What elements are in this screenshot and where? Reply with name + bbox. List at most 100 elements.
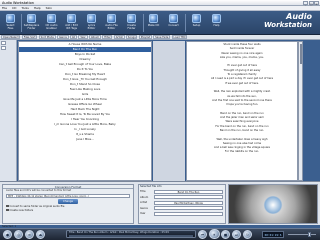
checkbox[interactable] [6, 204, 9, 208]
cd-button[interactable]: ◎ [14, 229, 23, 239]
list-item[interactable]: Jane I Miss... [19, 137, 151, 142]
eject-button[interactable]: ⏏ [36, 229, 45, 239]
artist-field[interactable]: Paul McCartney, Wings [154, 200, 223, 205]
list-toggle-checkbox[interactable] [1, 41, 6, 45]
lyric-line: For the rabbits on the run. [224, 150, 260, 154]
seek-bar[interactable] [69, 235, 193, 237]
filter-sort-mode[interactable]: Sort Mode [38, 35, 56, 39]
close-button[interactable]: × [314, 0, 319, 5]
menu-tools[interactable]: Tools [21, 6, 28, 10]
maximize-button[interactable]: □ [308, 0, 314, 5]
conversion-hint: Audio files and CD's will be converted t… [6, 189, 72, 192]
new-folders-option[interactable]: Create new folders [3, 208, 133, 212]
same-folder-label: Convert to same folder as original audio… [9, 204, 65, 208]
field-label: Artist [140, 201, 147, 205]
select-files-button[interactable]: Select Files [1, 13, 20, 33]
stop-button[interactable]: ■ [221, 229, 230, 239]
cd-grabber-button[interactable]: CD Audio Grabber [42, 13, 61, 33]
lyrics-editor-button[interactable]: Lyrics Editor [82, 13, 101, 33]
lyrics-editor-label: Lyrics Editor [87, 24, 96, 30]
setup-label: Setup [192, 24, 201, 27]
genre-field[interactable] [154, 206, 223, 211]
set-folder-button[interactable]: Set/Replace Folder [22, 13, 41, 33]
audio-editor-label: Audio File Editor [105, 24, 118, 30]
setup-button[interactable]: Setup [187, 13, 206, 33]
burn-cd-icon [149, 14, 158, 23]
field-label: Title [140, 190, 146, 194]
filter-filter[interactable]: Filter [102, 35, 113, 39]
selected-file-info-panel: Selected file info Title Band On The Run … [138, 184, 226, 224]
filter-playlist[interactable]: Playlist [138, 35, 152, 39]
filter-artist[interactable]: Artist [113, 35, 125, 39]
filter-all[interactable]: All [70, 35, 77, 39]
convert-icon [169, 14, 178, 23]
song-list[interactable]: A House With No Name Band On The Run Boy… [18, 41, 152, 181]
volume-track [288, 233, 316, 235]
set-folder-label: Set/Replace Folder [23, 24, 40, 30]
checkbox[interactable] [6, 208, 9, 212]
app-logo: Audio Workstation [256, 12, 312, 34]
conversion-format-field[interactable]: MP3 - 192kbps 44.1k stereo (Recommended;… [6, 194, 130, 198]
filter-album[interactable]: Album [89, 35, 101, 39]
lyrics-panel[interactable]: Stuck inside these four walls Sent insid… [186, 41, 298, 181]
time-display: 00:01:19:6 [262, 230, 284, 238]
title-field[interactable]: Band On The Run [154, 189, 223, 194]
filter-save-fade[interactable]: Save Fade [153, 35, 171, 39]
next-button[interactable]: ⏭ [232, 229, 241, 239]
previous-button[interactable]: ⏮ [198, 229, 207, 239]
minimize-button[interactable]: _ [303, 0, 308, 5]
logo-line-1: Audio [286, 12, 312, 21]
seek-display[interactable]: Title : Band On The Run Album : Artist :… [66, 230, 196, 238]
filter-year[interactable]: Year [78, 35, 88, 39]
menu-file[interactable]: File [2, 6, 7, 10]
conversion-format-panel: Conversion Format Audio files and CD's w… [2, 184, 134, 224]
lyrics-icon [87, 14, 96, 23]
create-folder-button[interactable]: Create Folder [122, 13, 141, 33]
waveform-icon [107, 14, 116, 23]
filter-songs[interactable]: Songs [126, 35, 138, 39]
album-field[interactable] [154, 195, 223, 200]
menu-help[interactable]: Help [34, 6, 41, 10]
convert-button[interactable]: Convert [164, 13, 183, 33]
filter-strip: Open/Select Files Sort Sort Mode Genre A… [0, 35, 320, 40]
make-cd-label: Make CD [147, 24, 160, 27]
make-cd-button[interactable]: Make CD [144, 13, 163, 33]
album-art-image [228, 184, 318, 224]
id3-tags-button[interactable]: Add / Edit ID3 Tags [62, 13, 81, 33]
menu-skin[interactable]: Skin [46, 6, 52, 10]
window-title: Audio Workstation [2, 0, 34, 5]
cd-grabber-label: CD Audio Grabber [45, 24, 58, 30]
panel-gap [153, 41, 185, 181]
gear-icon [192, 14, 201, 23]
filter-files-sort[interactable]: Files Sort [21, 35, 38, 39]
left-tools-column [0, 40, 17, 181]
filter-genre[interactable]: Genre [57, 35, 69, 39]
year-field[interactable] [154, 211, 223, 216]
album-art-highlight [263, 196, 283, 214]
logo-line-2: Workstation [263, 21, 312, 29]
help-label: Help [213, 24, 220, 27]
field-label: Genre [140, 206, 148, 210]
filter-open-select[interactable]: Open/Select [1, 35, 21, 39]
scrollbar-thumb[interactable] [299, 44, 302, 64]
menu-cd[interactable]: CD [12, 6, 16, 10]
help-button[interactable]: Help [207, 13, 226, 33]
field-label: Year [140, 212, 146, 216]
audio-editor-button[interactable]: Audio File Editor [102, 13, 121, 33]
record-button[interactable]: ● [3, 229, 12, 239]
now-playing-info: Title : Band On The Run Album : Artist :… [69, 231, 169, 234]
new-folders-label: Create new folders [9, 208, 34, 212]
list-toggle-checkbox[interactable] [1, 46, 6, 50]
field-label: Album [140, 195, 149, 199]
help-icon [212, 14, 221, 23]
lyrics-scrollbar[interactable] [298, 41, 303, 181]
create-folder-label: Create Folder [127, 24, 136, 30]
select-files-label: Select Files [6, 24, 15, 30]
playlist-button[interactable]: ≡ [25, 229, 34, 239]
repeat-button[interactable]: ↻ [243, 229, 252, 239]
volume-knob[interactable] [308, 231, 311, 237]
volume-slider[interactable] [288, 231, 316, 238]
id3-tags-label: Add / Edit ID3 Tags [65, 24, 78, 30]
pause-button[interactable]: ⏸ [209, 228, 220, 240]
filter-load-tbx[interactable]: Load TBX [171, 35, 188, 39]
